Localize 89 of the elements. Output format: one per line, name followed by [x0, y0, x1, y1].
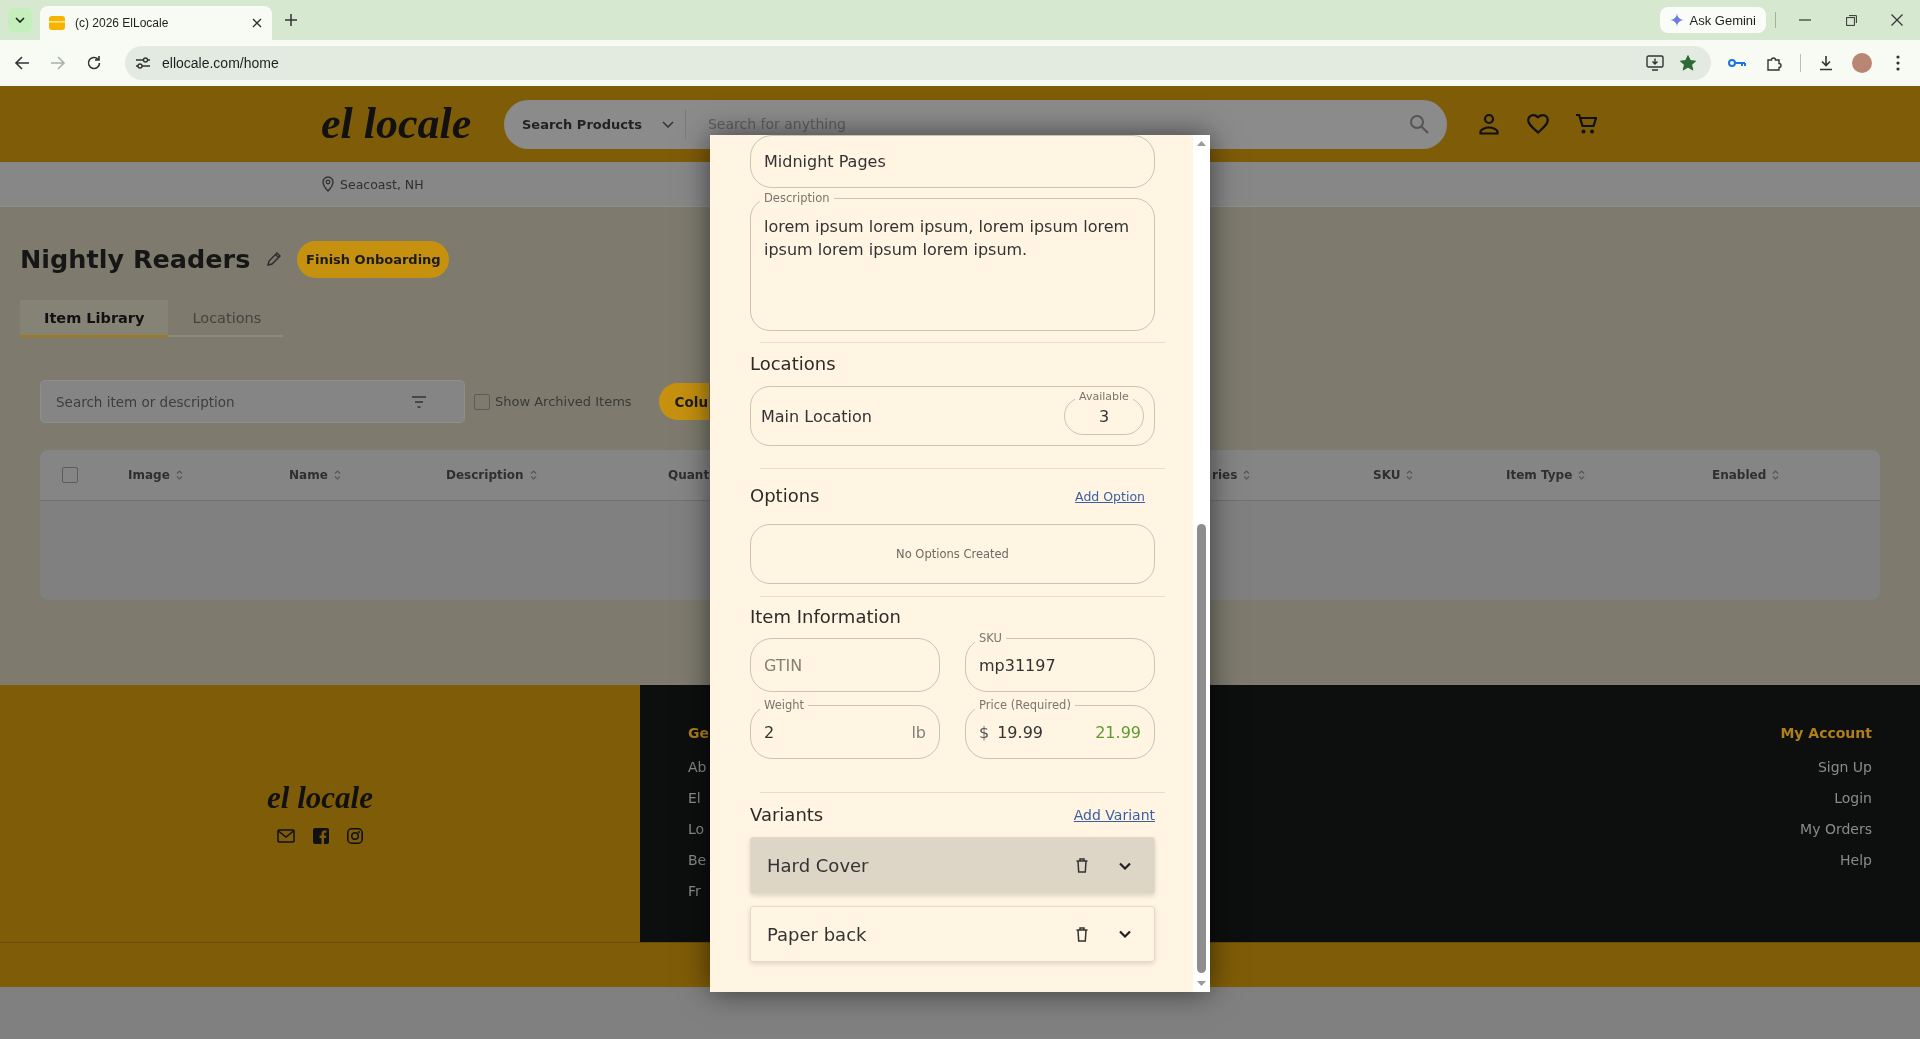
column-header[interactable]: Quant [668, 468, 710, 482]
column-header[interactable]: Description [446, 468, 524, 482]
ask-gemini-button[interactable]: Ask Gemini [1659, 7, 1766, 33]
variant-name: Hard Cover [767, 855, 870, 876]
sort-icon[interactable] [1578, 469, 1586, 481]
tab-list-button[interactable] [8, 8, 32, 32]
close-icon[interactable] [1891, 14, 1903, 26]
footer-link[interactable]: Login [1834, 788, 1872, 808]
sparkle-icon [1669, 13, 1684, 27]
section-heading: Locations [750, 352, 836, 376]
browser-tab[interactable]: (c) 2026 ElLocale [40, 6, 272, 40]
column-header[interactable]: Item Type [1506, 468, 1573, 482]
sort-icon[interactable] [175, 469, 183, 481]
chevron-down-icon[interactable] [1119, 930, 1131, 938]
instagram-icon[interactable] [347, 827, 363, 844]
location-text[interactable]: Seacoast, NH [340, 176, 424, 192]
scrollbar-thumb[interactable] [1197, 524, 1206, 973]
column-header[interactable]: SKU [1373, 468, 1401, 482]
chevron-down-icon [661, 120, 674, 128]
footer-link[interactable]: Ab [688, 757, 707, 777]
sort-icon[interactable] [333, 469, 341, 481]
location-name: Main Location [761, 406, 872, 426]
trash-icon[interactable] [1076, 926, 1088, 942]
checkbox-label[interactable]: Show Archived Items [495, 394, 632, 409]
footer-link[interactable]: Help [1840, 850, 1872, 870]
footer-link[interactable]: Sign Up [1817, 757, 1872, 777]
archived-checkbox[interactable] [474, 393, 490, 410]
menu-icon[interactable] [1896, 55, 1900, 71]
location-pin-icon [322, 176, 334, 192]
scroll-up-icon[interactable] [1197, 141, 1206, 146]
heart-icon[interactable] [1527, 114, 1549, 134]
column-header[interactable]: Image [128, 468, 170, 482]
variant-name: Paper back [767, 923, 868, 945]
sort-icon[interactable] [1243, 469, 1251, 481]
pencil-icon[interactable] [266, 251, 283, 267]
back-arrow-icon[interactable] [14, 55, 30, 71]
empty-state-text: No Options Created [896, 547, 1009, 561]
item-search-field[interactable]: Search item or description [40, 380, 465, 423]
logo[interactable]: el locale [321, 99, 472, 149]
section-heading: Options [750, 484, 820, 508]
variant-card[interactable]: Hard Cover [750, 837, 1155, 894]
sort-icon[interactable] [529, 469, 537, 481]
footer-heading: My Account [1780, 724, 1872, 743]
tune-icon[interactable] [135, 56, 151, 70]
footer-heading: Ge [688, 724, 709, 743]
key-icon[interactable] [1728, 58, 1746, 68]
sort-icon[interactable] [1772, 469, 1780, 481]
footer-link[interactable]: El [688, 788, 701, 808]
section-heading: Variants [750, 803, 824, 827]
trash-icon[interactable] [1076, 858, 1088, 873]
cart-icon[interactable] [1575, 113, 1597, 135]
column-header[interactable]: ries [1212, 468, 1238, 482]
footer-logo[interactable]: el locale [267, 779, 373, 816]
puzzle-icon[interactable] [1766, 55, 1782, 71]
footer-link[interactable]: Fr [688, 881, 701, 901]
section-heading: Item Information [750, 605, 901, 629]
select-all-checkbox[interactable] [62, 467, 78, 483]
tab[interactable]: Item Library [20, 300, 169, 337]
chevron-down-icon [15, 17, 25, 23]
address-bar[interactable]: ellocale.com/home [125, 46, 1711, 80]
toolbar-button[interactable]: Colu [658, 383, 709, 420]
folder-icon [49, 15, 65, 31]
variant-card[interactable]: Paper back [750, 906, 1155, 962]
footer-link[interactable]: Lo [688, 819, 705, 839]
add-variant-link[interactable]: Add Variant [1073, 807, 1155, 823]
filter-icon[interactable] [411, 395, 427, 408]
user-icon[interactable] [1479, 113, 1499, 135]
avatar-icon[interactable] [1852, 53, 1872, 73]
column-header[interactable]: Enabled [1712, 468, 1767, 482]
footer-link[interactable]: My Orders [1800, 819, 1872, 839]
footer-link[interactable]: Be [688, 850, 707, 870]
plus-icon[interactable] [285, 14, 297, 26]
name-field[interactable]: Midnight Pages [750, 135, 1155, 188]
facebook-icon[interactable] [313, 827, 329, 844]
category-dropdown[interactable]: Search Products [522, 116, 674, 132]
mail-icon[interactable] [277, 828, 295, 843]
add-option-link[interactable]: Add Option [1075, 488, 1145, 504]
restore-icon[interactable] [1845, 14, 1857, 26]
search-icon[interactable] [1409, 114, 1429, 134]
store-title: Nightly Readers [20, 244, 251, 274]
chevron-down-icon[interactable] [1119, 861, 1131, 870]
install-icon[interactable] [1646, 55, 1664, 71]
close-icon[interactable] [252, 18, 262, 28]
sort-icon[interactable] [1406, 469, 1414, 481]
finish-onboarding-button[interactable]: Finish Onboarding [297, 240, 450, 278]
star-icon[interactable] [1680, 55, 1696, 71]
download-icon[interactable] [1818, 55, 1834, 71]
column-header[interactable]: Name [289, 468, 328, 482]
reload-icon[interactable] [86, 55, 102, 71]
